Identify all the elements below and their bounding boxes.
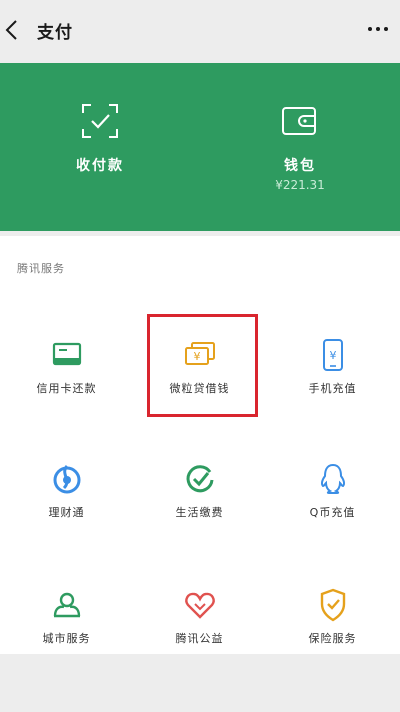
scan-check-icon [82,104,118,138]
service-licaitong[interactable]: 理财通 [0,462,133,586]
wallet-card: 收付款 钱包 ¥221.31 [0,63,400,231]
more-dots-icon[interactable] [366,24,390,34]
service-city[interactable]: 城市服务 [0,588,133,712]
nav-bar: 支付 [0,0,400,58]
svg-text:¥: ¥ [329,349,336,362]
credit-card-icon [52,342,81,366]
service-label: Q币充值 [309,506,356,519]
wallet-icon [282,107,316,135]
page-title: 支付 [37,23,73,43]
charity-heart-icon [184,592,215,619]
wealth-icon [53,465,80,494]
wallet-balance: ¥221.31 [275,178,325,192]
highlight-box [147,314,258,417]
service-credit-card-repay[interactable]: 信用卡还款 [0,338,133,462]
back-chevron-icon[interactable] [4,19,20,41]
service-insurance[interactable]: 保险服务 [266,588,399,712]
wallet-button[interactable]: 钱包 ¥221.31 [200,63,400,231]
wallet-label: 钱包 [284,158,316,174]
services-section: 腾讯服务 信用卡还款 ¥ 微粒贷借钱 ¥ 手机充值 理财通 生活缴费 Q币充值 … [0,236,400,654]
receive-pay-label: 收付款 [76,158,124,174]
service-utility-payment[interactable]: 生活缴费 [133,462,266,586]
service-label: 信用卡还款 [36,382,97,395]
service-charity[interactable]: 腾讯公益 [133,588,266,712]
phone-topup-icon: ¥ [322,339,343,371]
utility-check-icon [186,465,213,493]
insurance-shield-icon [320,588,345,622]
receive-pay-button[interactable]: 收付款 [0,63,200,231]
service-label: 保险服务 [308,632,357,645]
service-label: 手机充值 [308,382,357,395]
service-label: 理财通 [48,506,85,519]
services-title: 腾讯服务 [17,262,65,275]
service-phone-topup[interactable]: ¥ 手机充值 [266,338,399,462]
service-qcoin-topup[interactable]: Q币充值 [266,462,399,586]
service-label: 腾讯公益 [175,632,224,645]
qq-penguin-icon [320,463,345,494]
service-label: 生活缴费 [175,506,224,519]
city-service-icon [53,592,80,618]
service-label: 城市服务 [42,632,91,645]
